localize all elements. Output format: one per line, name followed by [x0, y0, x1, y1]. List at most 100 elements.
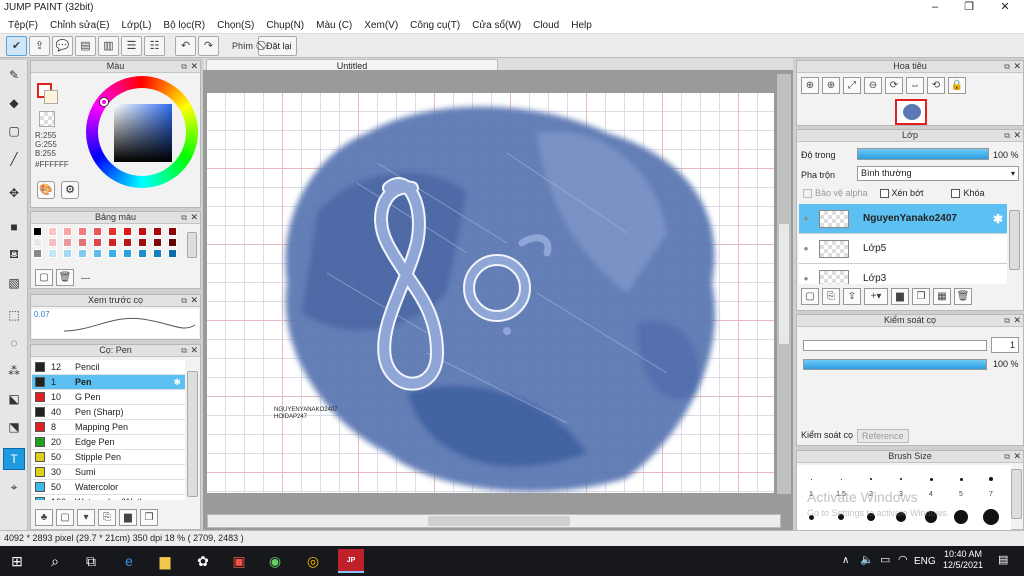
brush-size-option[interactable]	[954, 510, 968, 524]
palette-swatch[interactable]	[78, 249, 87, 258]
brush-size-scrollbar[interactable]	[1011, 469, 1022, 519]
palette-swatch[interactable]	[63, 249, 72, 258]
detach-icon[interactable]: ⧉	[181, 61, 187, 72]
delete-layer-icon[interactable]: 🗑	[954, 288, 972, 305]
menu-select[interactable]: Chọn(S)	[211, 20, 260, 31]
edge-browser-icon[interactable]: e	[118, 551, 140, 571]
add-layer-menu-icon[interactable]: +▾	[864, 288, 888, 305]
horizontal-scroll-thumb[interactable]	[428, 516, 570, 526]
duplicate-brush-icon[interactable]: ❐	[140, 509, 158, 526]
palette-swatch[interactable]	[93, 238, 102, 247]
undo-icon[interactable]: ↶	[175, 35, 196, 56]
palette-swatch[interactable]	[138, 238, 147, 247]
palette-swatch[interactable]	[168, 238, 177, 247]
pen-tool-icon[interactable]: ╱	[3, 148, 25, 170]
brush-menu-icon[interactable]: ▾	[77, 509, 95, 526]
select-pen-icon[interactable]: ⬕	[3, 388, 25, 410]
detach-icon[interactable]: ⧉	[181, 212, 187, 223]
wifi-icon[interactable]: ◠	[898, 553, 908, 566]
palette-swatch[interactable]	[153, 238, 162, 247]
tab-reference[interactable]: Reference	[857, 429, 909, 443]
eraser-tool-icon[interactable]: ◆	[3, 92, 25, 114]
brush-size-option[interactable]	[983, 509, 999, 525]
camera-app-icon[interactable]: ◉	[264, 551, 286, 571]
canvas-horizontal-scrollbar[interactable]	[207, 514, 781, 528]
lasso-tool-icon[interactable]: ◌	[3, 332, 25, 354]
brush-row[interactable]: 12 Pencil	[32, 360, 185, 375]
palette-swatch[interactable]	[93, 249, 102, 258]
brush-settings-icon[interactable]: ♣	[35, 509, 53, 526]
delete-palette-icon[interactable]: 🗑	[56, 269, 74, 286]
menu-filter[interactable]: Bộ lọc(R)	[157, 20, 211, 31]
volume-icon[interactable]: 🔈	[860, 553, 874, 566]
select-rect-icon[interactable]: ▢	[3, 120, 25, 142]
layer-mask-icon[interactable]: ▦	[933, 288, 951, 305]
brush-size-input[interactable]: 1	[991, 337, 1019, 353]
palette-swatch[interactable]	[108, 227, 117, 236]
app-icon[interactable]: ✿	[192, 551, 214, 571]
palette-swatch[interactable]	[78, 238, 87, 247]
eyedropper-tool-icon[interactable]: ⌖	[3, 476, 25, 498]
merge-layer-icon[interactable]: ❐	[912, 288, 930, 305]
zoom-in-icon[interactable]: ⊕	[801, 77, 819, 94]
menu-tools[interactable]: Công cụ(T)	[404, 20, 466, 31]
clipping-checkbox[interactable]: Xén bớt	[879, 188, 923, 198]
menu-cloud[interactable]: Cloud	[527, 20, 565, 31]
brush-row[interactable]: 50 Watercolor	[32, 480, 185, 495]
palette-swatch[interactable]	[108, 249, 117, 258]
file-explorer-icon[interactable]: ▆	[154, 551, 176, 571]
palette-swatch[interactable]	[78, 227, 87, 236]
palette-swatch[interactable]	[153, 249, 162, 258]
palette-swatch[interactable]	[48, 227, 57, 236]
vertical-scroll-thumb[interactable]	[779, 224, 789, 344]
palette-swatch[interactable]	[93, 227, 102, 236]
layer-row[interactable]: ● Lớp3	[799, 264, 1007, 284]
visibility-icon[interactable]: ●	[799, 244, 813, 253]
redo-icon[interactable]: ↷	[198, 35, 219, 56]
layer-row[interactable]: ● NguyenYanako2407 ✱	[799, 204, 1007, 234]
visibility-icon[interactable]: ●	[799, 214, 813, 223]
palette-swatch[interactable]	[33, 238, 42, 247]
windows-start-icon[interactable]: ⊞	[6, 551, 28, 571]
palette-swatch[interactable]	[168, 227, 177, 236]
navigator-thumbnail[interactable]	[895, 99, 927, 125]
flip-icon[interactable]: ⇔	[906, 77, 924, 94]
palette-swatch[interactable]	[153, 227, 162, 236]
task-view-icon[interactable]: ⧉	[80, 551, 102, 571]
blend-mode-select[interactable]: Bình thường ▾	[857, 166, 1019, 181]
message-icon[interactable]: ▤	[75, 35, 96, 56]
brush-size-option[interactable]	[810, 478, 812, 480]
palette-swatch[interactable]	[168, 249, 177, 258]
palette-swatch[interactable]	[63, 238, 72, 247]
menu-window[interactable]: Cửa sổ(W)	[466, 20, 527, 31]
visibility-icon[interactable]: ●	[799, 274, 813, 283]
layer-upload-icon[interactable]: ⇪	[843, 288, 861, 305]
detach-icon[interactable]: ⧉	[1004, 130, 1010, 141]
magic-wand-icon[interactable]: ⁂	[3, 360, 25, 382]
chrome-icon[interactable]: ◎	[302, 551, 324, 571]
comment-icon[interactable]: 💬	[52, 35, 73, 56]
layer-folder-icon[interactable]: ▆	[891, 288, 909, 305]
brush-row[interactable]: 100Watercolor (Wet)	[32, 495, 185, 500]
brush-row[interactable]: 10 G Pen	[32, 390, 185, 405]
brush-opacity-slider[interactable]	[803, 359, 987, 370]
palette-swatch[interactable]	[123, 227, 132, 236]
color-picker-icon[interactable]: ⚙	[61, 181, 79, 199]
brush-settings-icon[interactable]: ✱	[173, 377, 181, 388]
new-brush-icon[interactable]: ▢	[56, 509, 74, 526]
palette-swatches[interactable]	[33, 227, 183, 271]
palette-swatch[interactable]	[138, 227, 147, 236]
checklist-icon[interactable]: ☷	[144, 35, 165, 56]
reset-view-icon[interactable]: ⟲	[927, 77, 945, 94]
battery-icon[interactable]: ▭	[880, 553, 890, 566]
brush-row[interactable]: 8 Mapping Pen	[32, 420, 185, 435]
close-icon[interactable]: ✕	[190, 295, 198, 306]
language-indicator[interactable]: ENG	[914, 556, 936, 567]
check-icon[interactable]: ✔	[6, 35, 27, 56]
palette-swatch[interactable]	[48, 238, 57, 247]
menu-view[interactable]: Xem(V)	[358, 20, 404, 31]
bucket-tool-icon[interactable]: ⛾	[3, 244, 25, 266]
new-palette-icon[interactable]: ▢	[35, 269, 53, 286]
palette-swatch[interactable]	[63, 227, 72, 236]
hue-picker-handle[interactable]	[100, 98, 108, 106]
